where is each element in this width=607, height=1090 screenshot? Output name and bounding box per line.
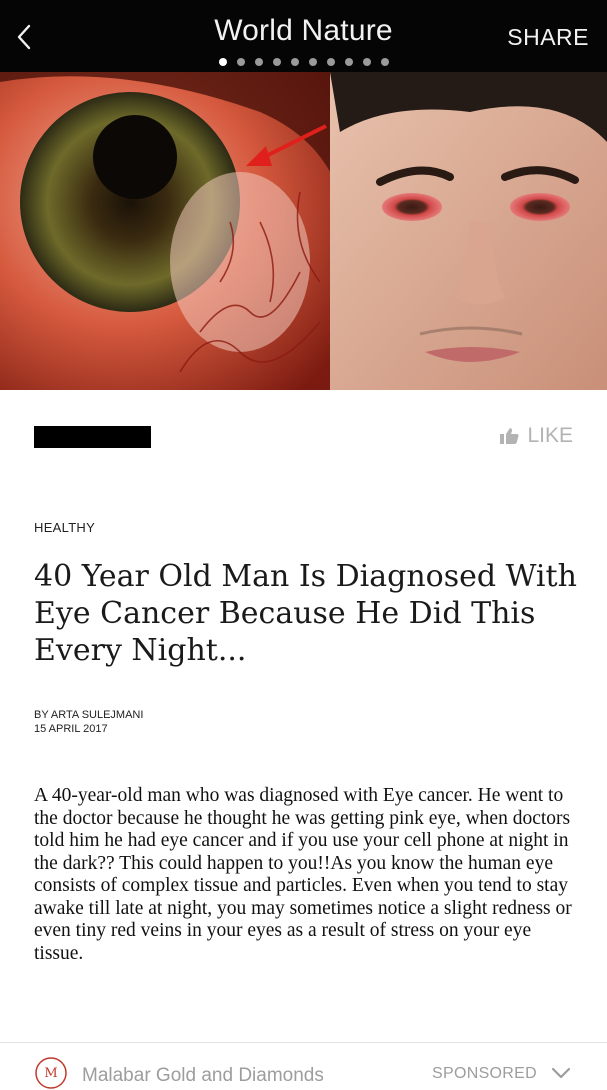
page-dot[interactable]	[218, 58, 227, 66]
ad-sponsored-label: SPONSORED	[432, 1065, 537, 1082]
article-author: BY ARTA SULEJMANI	[34, 709, 144, 721]
redacted-author-bar	[34, 426, 151, 448]
page-dot[interactable]	[362, 58, 371, 66]
thumbs-up-icon	[500, 428, 519, 444]
top-bar: World Nature SHARE	[0, 0, 607, 72]
article-title: 40 Year Old Man Is Diagnosed With Eye Ca…	[34, 559, 577, 668]
page-dot[interactable]	[290, 58, 299, 66]
article-body: A 40-year-old man who was diagnosed with…	[34, 785, 572, 964]
article-hero-image	[0, 72, 607, 390]
article-category[interactable]: HEALTHY	[34, 520, 95, 535]
page-dot[interactable]	[272, 58, 281, 66]
page-dot[interactable]	[254, 58, 263, 66]
page-dot[interactable]	[380, 58, 389, 66]
like-button[interactable]: LIKE	[499, 424, 573, 448]
ad-advertiser-name[interactable]: Malabar Gold and Diamonds	[82, 1065, 324, 1087]
chevron-down-icon[interactable]	[551, 1066, 571, 1080]
malabar-logo-icon: M	[35, 1057, 67, 1089]
like-label: LIKE	[527, 424, 573, 447]
share-button[interactable]: SHARE	[507, 24, 589, 51]
page-indicator	[0, 58, 607, 66]
page-dot[interactable]	[344, 58, 353, 66]
svg-text:M: M	[44, 1066, 57, 1081]
article-date: 15 APRIL 2017	[34, 723, 108, 735]
page-dot[interactable]	[326, 58, 335, 66]
sponsored-ad[interactable]: M Malabar Gold and Diamonds SPONSORED	[0, 1043, 607, 1089]
byline: BY ARTA SULEJMANI 15 APRIL 2017	[34, 708, 143, 736]
hero-illustration	[0, 72, 607, 390]
page-dot[interactable]	[308, 58, 317, 66]
page-dot[interactable]	[236, 58, 245, 66]
